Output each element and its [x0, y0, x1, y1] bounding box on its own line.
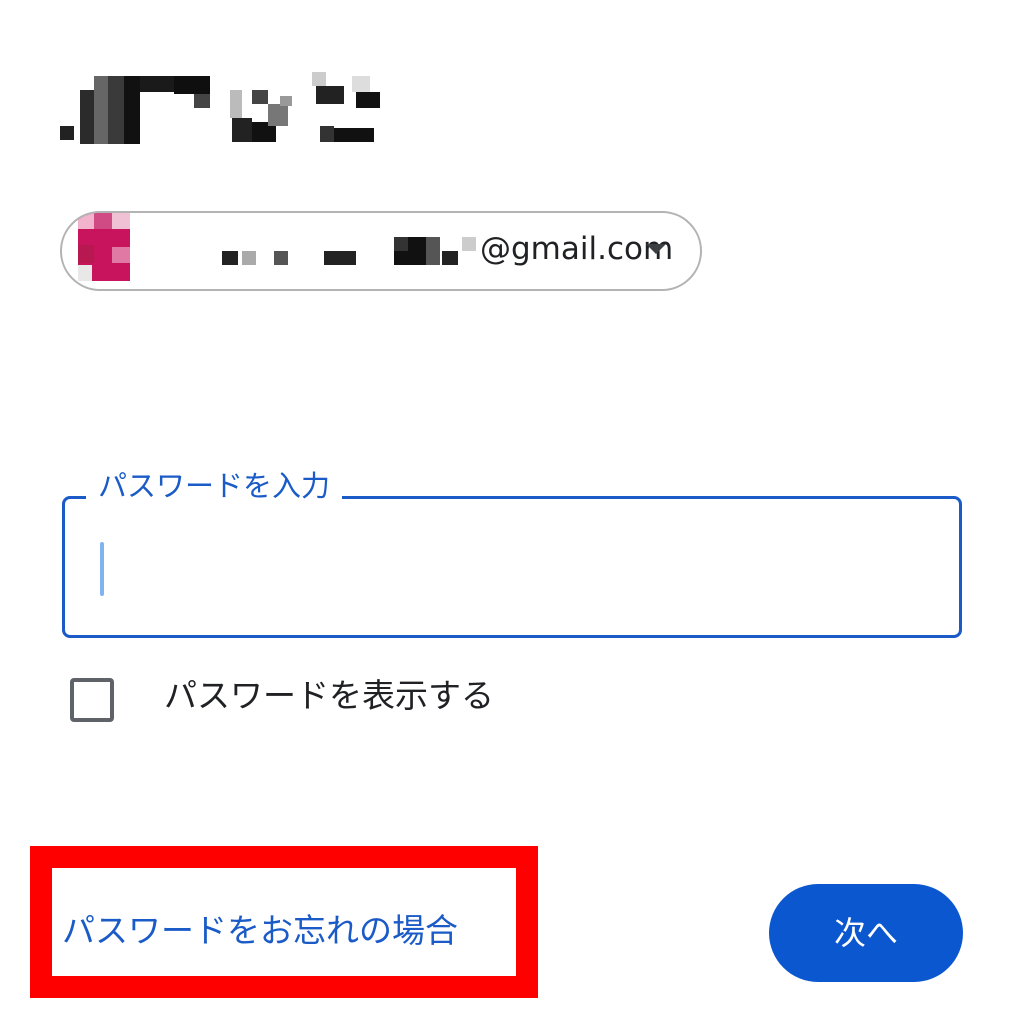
- password-field-label: パスワードを入力: [86, 466, 343, 506]
- show-password-checkbox[interactable]: [70, 678, 114, 722]
- account-chip[interactable]: @gmail.com: [60, 211, 702, 291]
- next-button[interactable]: 次へ: [769, 884, 963, 982]
- account-name-redacted: [60, 72, 390, 148]
- password-field[interactable]: [62, 496, 962, 638]
- show-password-row[interactable]: パスワードを表示する: [68, 670, 568, 726]
- email-local-part-redacted: [222, 237, 482, 277]
- text-cursor: [100, 542, 104, 596]
- password-input[interactable]: [85, 519, 935, 615]
- forgot-password-link[interactable]: パスワードをお忘れの場合: [62, 908, 458, 954]
- avatar: [78, 213, 130, 281]
- sign-in-password-page: @gmail.com パスワードを入力 パスワードを表示する パスワードをお忘れ…: [0, 0, 1024, 1024]
- email-domain: @gmail.com: [480, 231, 674, 267]
- show-password-label: パスワードを表示する: [164, 676, 494, 715]
- arrow-drop-down-icon: [646, 244, 666, 254]
